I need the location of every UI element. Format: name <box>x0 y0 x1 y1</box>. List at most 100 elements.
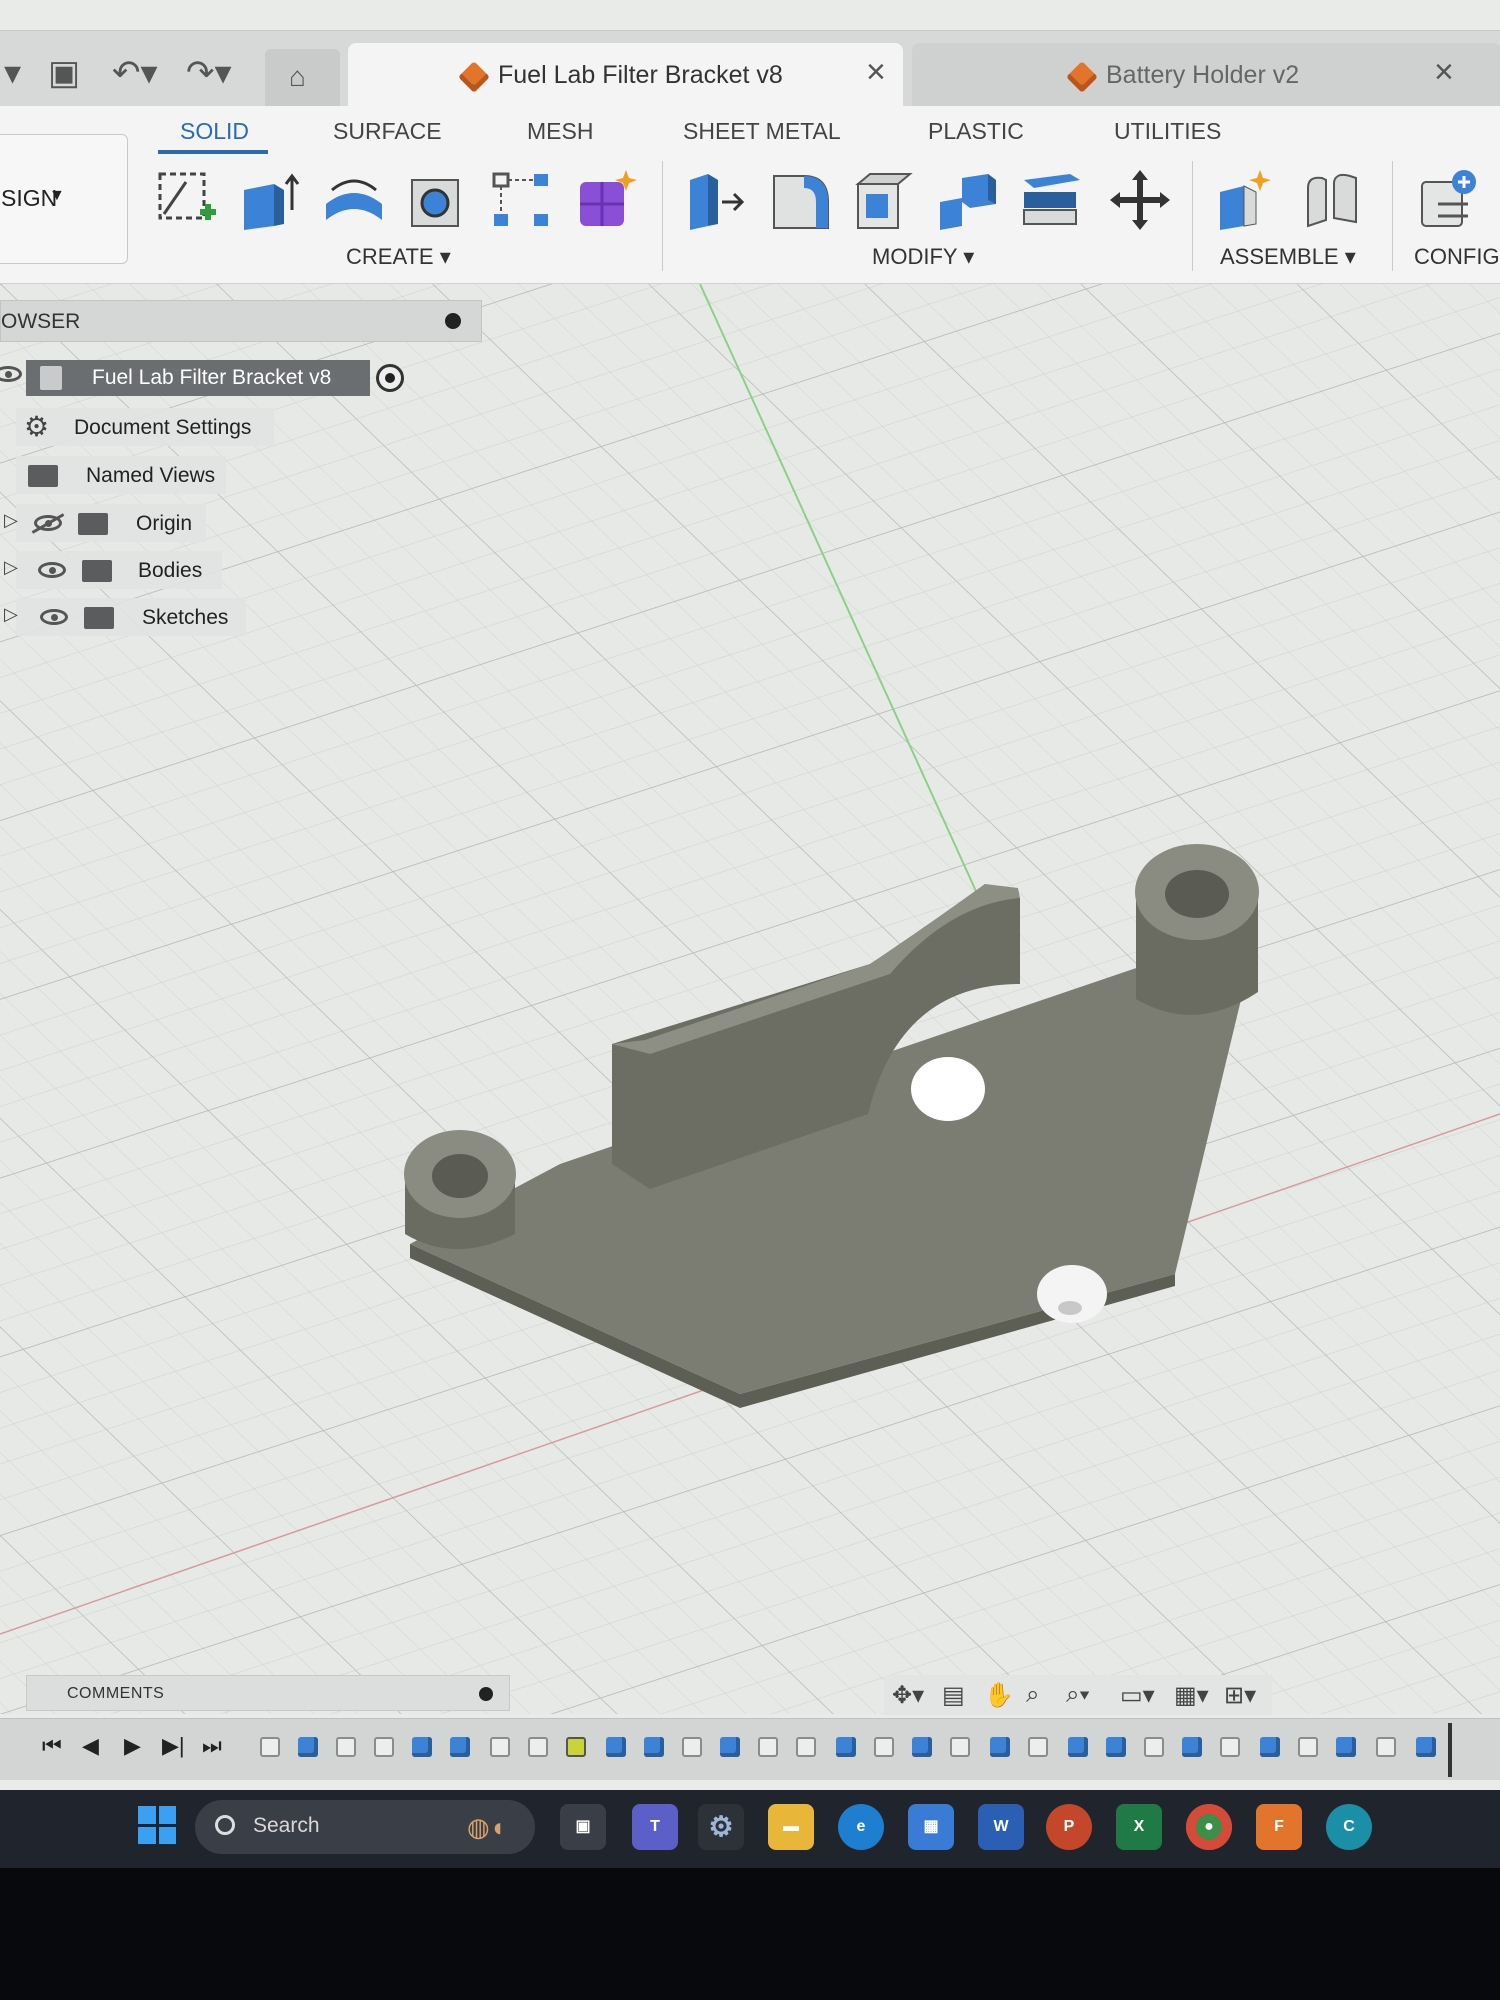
press-pull-icon[interactable] <box>684 168 748 232</box>
replace-face-icon[interactable] <box>1020 168 1084 232</box>
combine-icon[interactable] <box>936 168 1000 232</box>
tab-plastic[interactable]: PLASTIC <box>928 118 1024 145</box>
create-form-icon[interactable] <box>574 168 638 232</box>
timeline-sketch-step[interactable] <box>1144 1737 1164 1757</box>
timeline-sketch-step[interactable] <box>336 1737 356 1757</box>
visibility-eye-icon[interactable] <box>38 562 66 578</box>
design-canvas[interactable] <box>0 284 1500 1714</box>
teams-icon[interactable]: T <box>632 1804 678 1850</box>
home-tab[interactable]: ⌂ <box>265 49 340 107</box>
timeline[interactable]: ⏮ ◀ ▶ ▶| ⏭ <box>0 1718 1500 1780</box>
timeline-feature-step[interactable] <box>990 1737 1010 1757</box>
timeline-feature-step[interactable] <box>298 1737 318 1757</box>
timeline-sketch-step[interactable] <box>1298 1737 1318 1757</box>
fit-zoom-icon[interactable]: ⌕▾ <box>1066 1681 1090 1709</box>
display-settings-icon[interactable]: ▭▾ <box>1120 1681 1155 1710</box>
tab-utilities[interactable]: UTILITIES <box>1114 118 1221 145</box>
redo-icon[interactable]: ↷▾ <box>186 53 232 93</box>
go-to-end-icon[interactable]: ⏭ <box>202 1733 222 1759</box>
timeline-feature-step[interactable] <box>720 1737 740 1757</box>
timeline-sketch-step[interactable] <box>758 1737 778 1757</box>
fusion-360-icon[interactable]: F <box>1256 1804 1302 1850</box>
timeline-feature-step[interactable] <box>1416 1737 1436 1757</box>
excel-icon[interactable]: X <box>1116 1804 1162 1850</box>
browser-item-origin[interactable]: ▷ Origin <box>4 504 206 542</box>
browser-item-sketches[interactable]: ▷ Sketches <box>4 598 246 636</box>
collapse-panel-icon[interactable] <box>445 313 461 329</box>
timeline-feature-step[interactable] <box>836 1737 856 1757</box>
zoom-icon[interactable]: ⌕ <box>1026 1681 1039 1709</box>
orbit-icon[interactable]: ✥▾ <box>892 1681 924 1710</box>
expand-arrow-icon[interactable]: ▷ <box>4 604 18 625</box>
timeline-sketch-step[interactable] <box>1220 1737 1240 1757</box>
browser-root-item[interactable]: Fuel Lab Filter Bracket v8 <box>26 360 370 396</box>
browser-panel-header[interactable]: OWSER <box>0 300 482 342</box>
timeline-sketch-step[interactable] <box>874 1737 894 1757</box>
revolve-icon[interactable] <box>322 168 386 232</box>
look-at-icon[interactable]: ▤ <box>942 1681 965 1710</box>
browser-item-named-views[interactable]: Named Views <box>16 456 226 494</box>
config-label[interactable]: CONFIG <box>1414 244 1500 270</box>
timeline-feature-step[interactable] <box>1182 1737 1202 1757</box>
play-icon[interactable]: ▶ <box>124 1733 141 1759</box>
extrude-icon[interactable] <box>238 168 302 232</box>
menu-caret-icon[interactable]: ▾ <box>4 53 21 93</box>
tab-surface[interactable]: SURFACE <box>333 118 442 145</box>
chrome-icon[interactable]: ● <box>1186 1804 1232 1850</box>
timeline-sketch-step[interactable] <box>374 1737 394 1757</box>
timeline-feature-step[interactable] <box>450 1737 470 1757</box>
taskbar-search-box[interactable]: Search ◍◖ <box>195 1800 535 1854</box>
word-icon[interactable]: W <box>978 1804 1024 1850</box>
assemble-menu[interactable]: ASSEMBLE ▾ <box>1220 244 1356 270</box>
hole-icon[interactable] <box>406 168 470 232</box>
app-c-icon[interactable]: C <box>1326 1804 1372 1850</box>
file-explorer-icon[interactable]: ▬ <box>768 1804 814 1850</box>
step-back-icon[interactable]: ◀ <box>82 1733 99 1759</box>
timeline-feature-step[interactable] <box>606 1737 626 1757</box>
tab-battery-holder[interactable]: Battery Holder v2 × <box>912 43 1500 107</box>
browser-item-document-settings[interactable]: ⚙ Document Settings <box>16 408 274 446</box>
new-component-icon[interactable] <box>1214 168 1278 232</box>
task-view-icon[interactable]: ▣ <box>560 1804 606 1850</box>
timeline-sketch-step[interactable] <box>796 1737 816 1757</box>
expand-arrow-icon[interactable]: ▷ <box>4 510 18 531</box>
close-tab-icon[interactable]: × <box>866 53 886 92</box>
powerpoint-icon[interactable]: P <box>1046 1804 1092 1850</box>
move-copy-icon[interactable] <box>1108 168 1172 232</box>
timeline-active-step[interactable] <box>566 1737 586 1757</box>
tab-sheet-metal[interactable]: SHEET METAL <box>683 118 841 145</box>
timeline-sketch-step[interactable] <box>1028 1737 1048 1757</box>
timeline-hole-step[interactable] <box>490 1737 510 1757</box>
configure-icon[interactable] <box>1416 168 1480 232</box>
timeline-sketch-step[interactable] <box>950 1737 970 1757</box>
edge-browser-icon[interactable]: e <box>838 1804 884 1850</box>
joint-icon[interactable] <box>1300 168 1364 232</box>
tab-fuel-lab-filter-bracket[interactable]: Fuel Lab Filter Bracket v8 × <box>348 43 903 107</box>
undo-icon[interactable]: ↶▾ <box>112 53 158 93</box>
windows-start-icon[interactable] <box>138 1806 176 1844</box>
store-icon[interactable]: ▦ <box>908 1804 954 1850</box>
tab-mesh[interactable]: MESH <box>527 118 593 145</box>
canvas-viewport[interactable] <box>0 284 1500 1714</box>
comments-panel[interactable]: COMMENTS <box>26 1675 510 1711</box>
close-tab-icon[interactable]: × <box>1434 53 1454 92</box>
go-to-start-icon[interactable]: ⏮ <box>42 1733 62 1759</box>
timeline-marker[interactable] <box>1448 1723 1452 1777</box>
visibility-eye-icon[interactable] <box>40 609 68 625</box>
timeline-sketch-step[interactable] <box>682 1737 702 1757</box>
save-icon[interactable]: ▣ <box>48 53 80 93</box>
fillet-icon[interactable] <box>768 168 832 232</box>
create-menu[interactable]: CREATE ▾ <box>346 244 451 270</box>
timeline-hole-step[interactable] <box>528 1737 548 1757</box>
timeline-sketch-step[interactable] <box>260 1737 280 1757</box>
step-forward-icon[interactable]: ▶| <box>162 1733 185 1759</box>
viewports-icon[interactable]: ⊞▾ <box>1224 1681 1256 1710</box>
timeline-feature-step[interactable] <box>1260 1737 1280 1757</box>
shell-icon[interactable] <box>852 168 916 232</box>
timeline-feature-step[interactable] <box>1336 1737 1356 1757</box>
tab-solid[interactable]: SOLID <box>180 118 249 145</box>
timeline-feature-step[interactable] <box>412 1737 432 1757</box>
rectangular-pattern-icon[interactable] <box>490 168 554 232</box>
create-sketch-icon[interactable] <box>156 168 220 232</box>
modify-menu[interactable]: MODIFY ▾ <box>872 244 974 270</box>
